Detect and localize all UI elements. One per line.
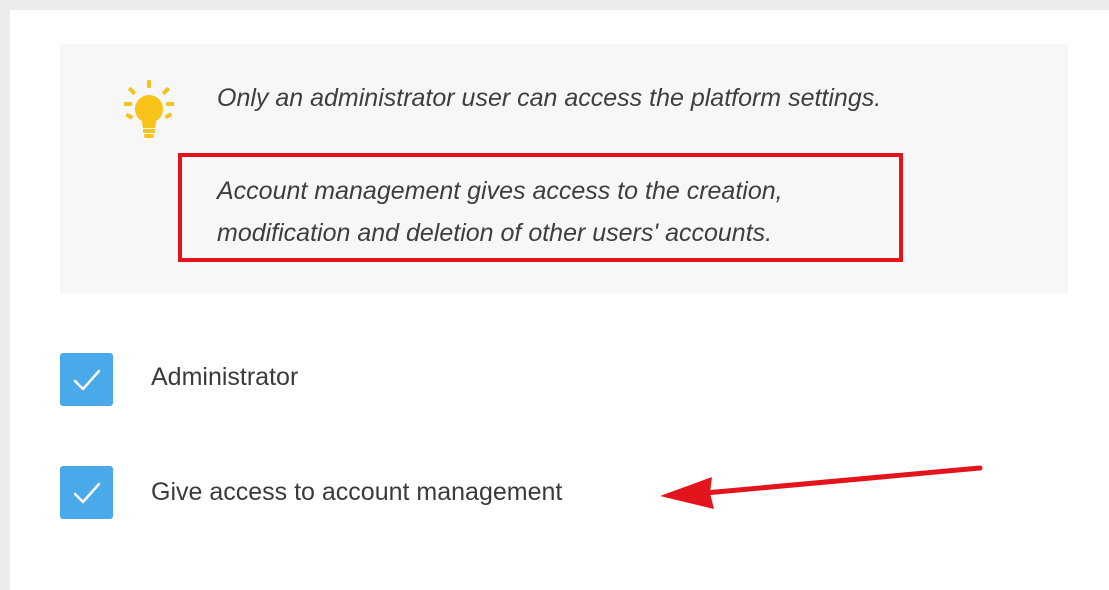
account-management-checkbox[interactable] — [60, 466, 113, 519]
info-text-admin: Only an administrator user can access th… — [217, 84, 882, 112]
info-text-line: modification and deletion of other users… — [217, 219, 773, 247]
administrator-label[interactable]: Administrator — [151, 363, 298, 392]
info-text-account-management: Account management gives access to the c… — [217, 170, 783, 254]
checkmark-icon — [73, 482, 101, 504]
annotation-arrow — [660, 465, 983, 509]
account-management-label[interactable]: Give access to account management — [151, 478, 562, 507]
administrator-checkbox[interactable] — [60, 353, 113, 406]
checkmark-icon — [73, 369, 101, 391]
lightbulb-icon — [124, 80, 174, 138]
info-text-line: Account management gives access to the c… — [217, 177, 783, 205]
